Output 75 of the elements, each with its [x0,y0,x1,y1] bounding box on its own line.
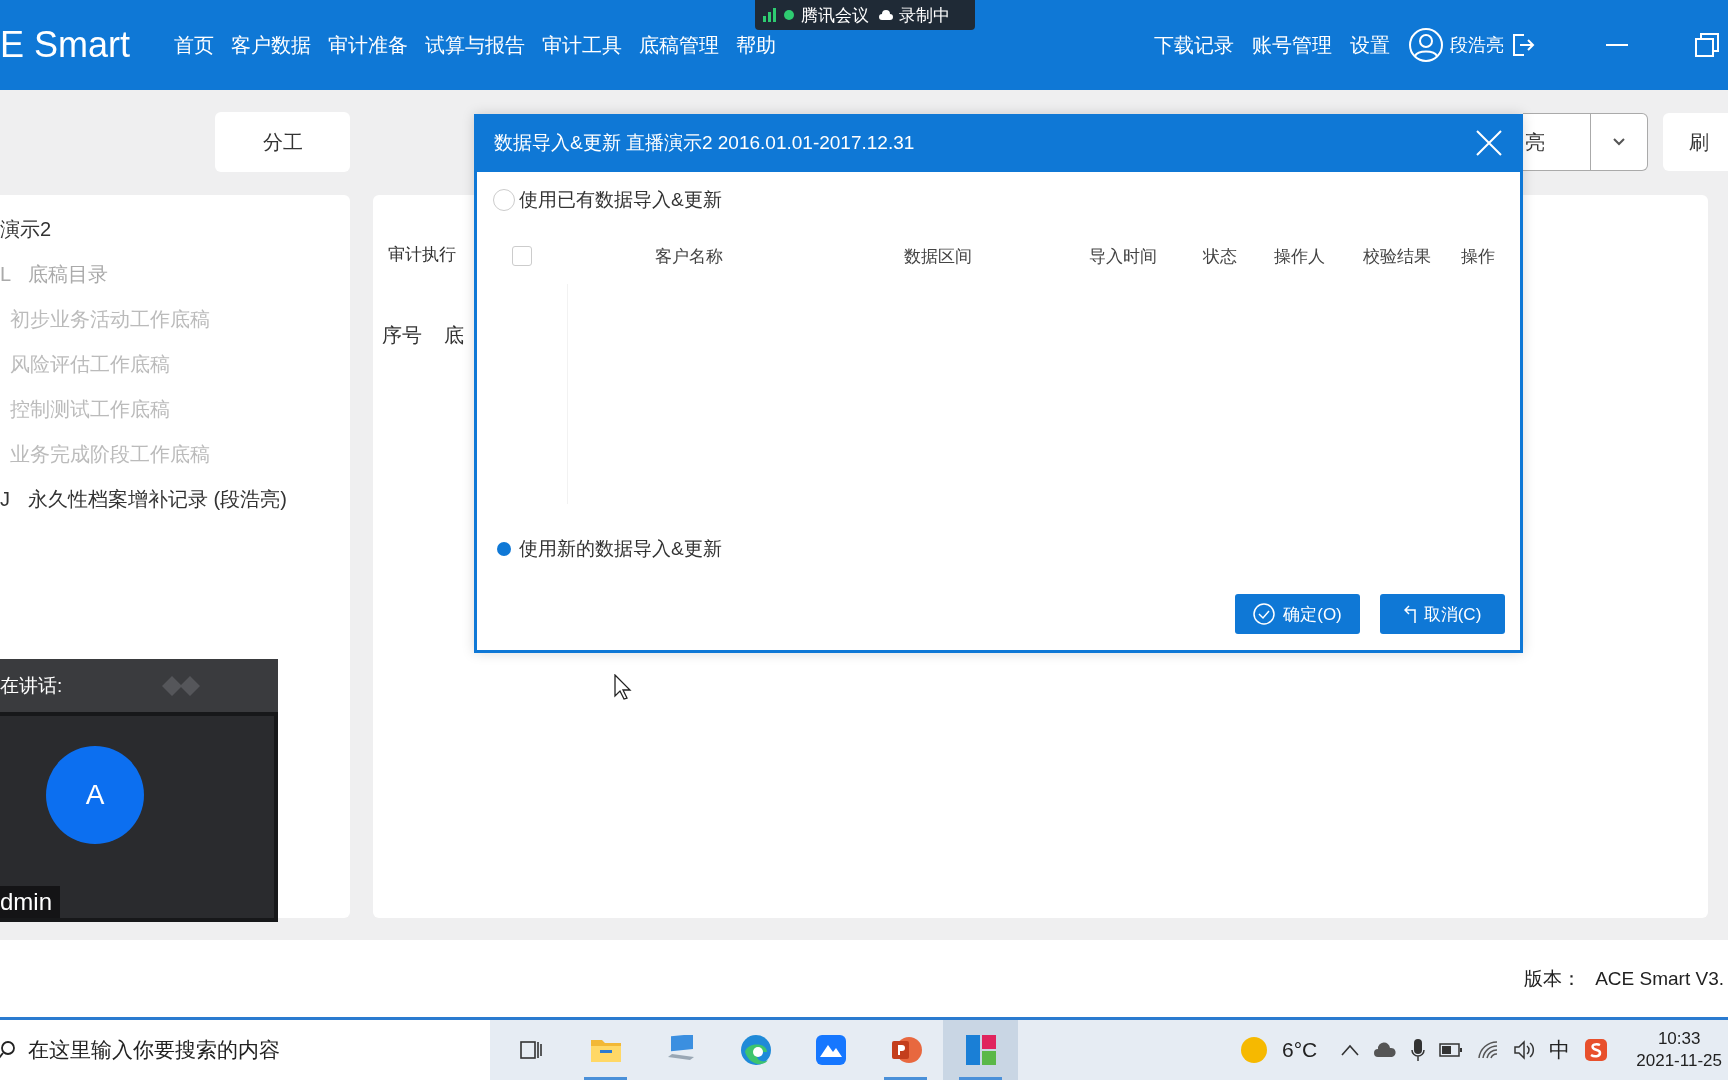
taskbar-app[interactable] [943,1020,1018,1080]
logout-icon[interactable] [1510,32,1536,58]
input-language[interactable]: 中 [1549,1036,1571,1064]
task-view-icon[interactable] [518,1038,543,1062]
nav-link[interactable]: 审计准备 [328,31,409,59]
close-icon[interactable] [1475,129,1503,157]
cancel-button[interactable]: 取消(C) [1380,594,1505,634]
version-text: ACE Smart V3. [1595,967,1724,990]
status-dot-icon [783,9,795,21]
column-header: 导入时间 [1088,245,1158,268]
user-dropdown[interactable]: 亮 [1523,113,1648,171]
browser-icon[interactable] [739,1034,772,1066]
meeting-app-name: 腾讯会议 [801,4,869,27]
select-all-checkbox[interactable] [512,246,532,266]
wifi-icon[interactable] [1477,1040,1500,1060]
speaker-icon[interactable] [1513,1040,1536,1060]
confirm-button[interactable]: 确定(O) [1235,594,1360,634]
nav-link[interactable]: 底稿管理 [639,31,720,59]
cursor-icon [614,674,632,700]
version-label: 版本： [1524,966,1582,991]
column-header: 操作 [1460,245,1496,268]
cloud-icon[interactable] [1373,1042,1398,1058]
tree-item[interactable]: L 底稿目录 [0,252,350,297]
cloud-icon [879,9,893,21]
caret-up-icon[interactable] [1341,1044,1360,1056]
user-name[interactable]: 段浩亮 [1450,33,1504,57]
tree-item-code: J [0,488,11,511]
app-tile-icon[interactable] [964,1034,997,1066]
column-header: 底 [444,323,464,348]
section-tab[interactable]: 审计执行 [388,243,456,266]
tree-item[interactable]: 演示2 [0,207,350,252]
nav-link[interactable]: 客户数据 [231,31,312,59]
nav-link[interactable]: 试算与报告 [425,31,526,59]
input-method-icon[interactable] [1584,1038,1609,1062]
dialog-title: 数据导入&更新 直播演示2 2016.01.01-2017.12.31 [494,131,916,155]
header-link[interactable]: 设置 [1350,31,1390,59]
tree-item-label: 底稿目录 [28,262,108,287]
column-header: 客户名称 [653,245,724,268]
nav-link[interactable]: 审计工具 [542,31,623,59]
restore-icon[interactable] [1694,32,1720,58]
column-header: 状态 [1202,245,1238,268]
chevron-down-icon[interactable] [1613,138,1625,146]
check-circle-icon [1253,603,1276,625]
option-label[interactable]: 使用新的数据导入&更新 [519,536,722,562]
column-header: 数据区间 [903,245,973,268]
column-header: 操作人 [1272,245,1326,268]
presentation-icon[interactable] [889,1034,922,1066]
battery-icon[interactable] [1439,1042,1464,1058]
app-logo: E Smart [0,24,131,66]
avatar: A [46,746,144,844]
column-header: 序号 [382,323,422,348]
nav-link[interactable]: 首页 [174,31,215,59]
participant-name: dmin [0,886,61,918]
tree-item[interactable]: J 永久性档案增补记录 (段浩亮) [0,477,350,522]
microphone-icon[interactable] [1411,1038,1426,1062]
signal-icon [763,8,777,22]
meeting-app-icon[interactable] [814,1034,847,1066]
division-tab[interactable]: 分工 [215,112,350,172]
speaking-caption: 在讲话: [0,673,63,698]
header-link[interactable]: 下载记录 [1154,31,1234,59]
header-link[interactable]: 账号管理 [1252,31,1332,59]
search-icon [0,1039,16,1061]
search-field[interactable]: 在这里输入你要搜索的内容 [0,1020,490,1080]
refresh-button[interactable]: 刷 [1663,113,1728,171]
radio-button[interactable] [493,189,515,211]
column-header: 校验结果 [1362,245,1432,268]
clock[interactable]: 10:33 2021-11-25 [1636,1028,1722,1072]
tree-item-label: 永久性档案增补记录 (段浩亮) [28,487,287,512]
option-label[interactable]: 使用已有数据导入&更新 [519,187,722,213]
nav-link[interactable]: 帮助 [736,31,777,59]
user-icon[interactable] [1408,27,1444,63]
recording-status: 录制中 [899,4,950,27]
return-arrow-icon [1403,604,1416,624]
weather-temperature[interactable]: 6°C [1282,1038,1318,1062]
tree-item-code: L [0,263,13,286]
